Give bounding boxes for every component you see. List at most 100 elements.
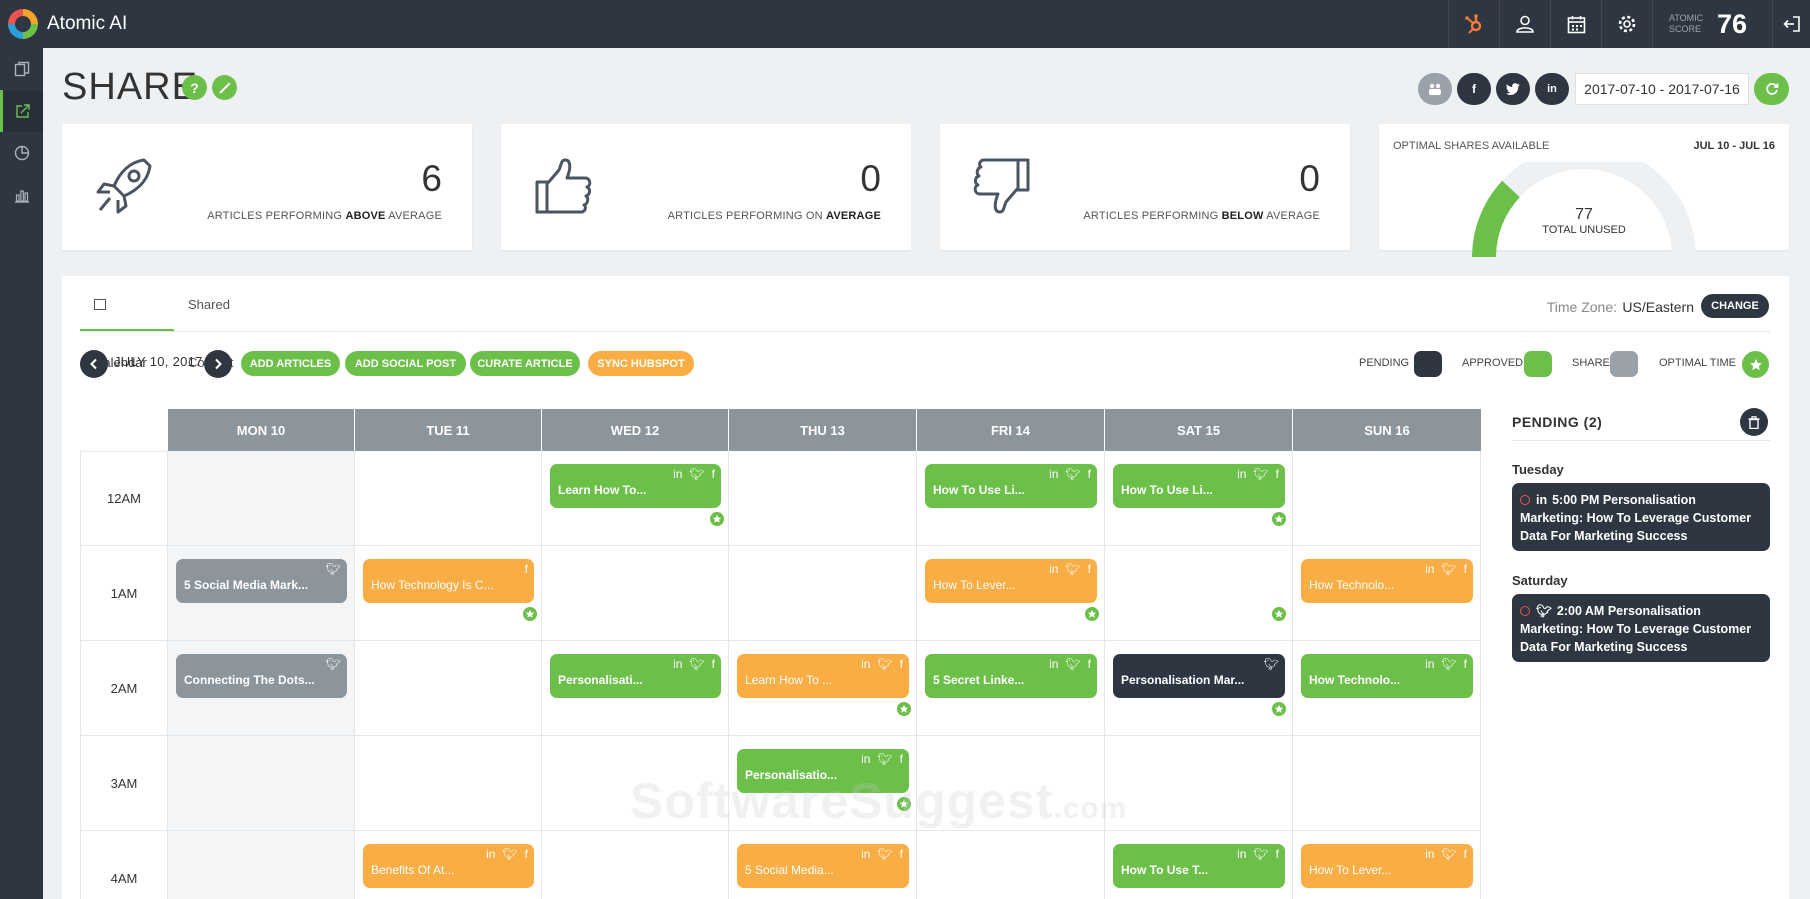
facebook-icon: f — [1087, 467, 1091, 481]
day-header: SUN 16 — [1293, 409, 1481, 451]
magic-wand-button[interactable] — [212, 75, 237, 100]
calendar-event[interactable]: in 🐦︎ f How To Use Li... — [1113, 464, 1285, 508]
pending-item[interactable]: in 5:00 PM Personalisation Marketing: How… — [1512, 483, 1770, 551]
group-icon — [1429, 83, 1441, 95]
refresh-button[interactable] — [1754, 73, 1789, 105]
calendar-event[interactable]: in 🐦︎ f How Technolo... — [1301, 559, 1473, 603]
clear-pending-button[interactable] — [1740, 408, 1768, 436]
calendar-event[interactable]: 🐦︎ Personalisation Mar... — [1113, 654, 1285, 698]
event-network-icons: 🐦︎ — [1264, 657, 1279, 671]
logout-icon[interactable] — [1772, 0, 1810, 48]
calendar-cell[interactable] — [355, 736, 542, 831]
calendar-event[interactable]: in 🐦︎ f How Technolo... — [1301, 654, 1473, 698]
calendar-cell[interactable] — [542, 546, 729, 641]
calendar-event[interactable]: 🐦︎ 5 Social Media Mark... — [176, 559, 347, 603]
twitter-filter-button[interactable] — [1496, 73, 1530, 105]
calendar-event[interactable]: f How Technology Is C... — [363, 559, 534, 603]
twitter-icon: 🐦︎ — [325, 562, 341, 576]
hour-cell — [80, 831, 168, 899]
pending-item[interactable]: 🐦︎ 2:00 AM Personalisation Marketing: How… — [1512, 594, 1770, 662]
calendar-cell[interactable] — [355, 641, 542, 736]
event-network-icons: in 🐦︎ f — [861, 752, 903, 766]
date-range-picker[interactable]: 2017-07-10 - 2017-07-16 — [1575, 73, 1749, 105]
all-networks-button[interactable] — [1418, 73, 1452, 105]
pie-chart-icon — [14, 145, 29, 161]
linkedin-filter-button[interactable]: in — [1535, 73, 1569, 105]
user-icon[interactable] — [1499, 0, 1550, 48]
sync-hubspot-button[interactable]: SYNC HUBSPOT — [588, 351, 694, 376]
linkedin-icon: in — [1425, 657, 1435, 671]
event-network-icons: in 🐦︎ f — [1425, 847, 1467, 861]
calendar-cell[interactable] — [168, 831, 355, 899]
calendar-event[interactable]: in 🐦︎ f How To Use T... — [1113, 844, 1285, 888]
calendar-cell[interactable] — [1105, 546, 1293, 641]
optimal-title: OPTIMAL SHARES AVAILABLE — [1393, 140, 1550, 152]
sidebar-item-analytics[interactable] — [0, 132, 43, 174]
optimal-star-icon — [521, 605, 539, 623]
calendar-icon[interactable] — [1550, 0, 1601, 48]
linkedin-icon: in — [1049, 657, 1059, 671]
event-network-icons: 🐦︎ — [326, 562, 341, 576]
calendar-event[interactable]: in 🐦︎ f Learn How To ... — [737, 654, 909, 698]
atomic-logo-icon[interactable] — [8, 9, 38, 39]
calendar-event[interactable]: 🐦︎ Connecting The Dots... — [176, 654, 347, 698]
calendar-cell[interactable] — [1105, 736, 1293, 831]
event-network-icons: in 🐦︎ f — [861, 657, 903, 671]
optimal-sub: TOTAL UNUSED — [1542, 224, 1626, 236]
legend-share-swatch — [1610, 351, 1638, 377]
event-network-icons: 🐦︎ — [326, 657, 341, 671]
sidebar — [0, 48, 43, 899]
above-count: 6 — [421, 158, 442, 199]
twitter-icon: 🐦︎ — [1263, 657, 1279, 671]
event-network-icons: in 🐦︎ f — [861, 847, 903, 861]
event-network-icons: in 🐦︎ f — [1237, 467, 1279, 481]
hubspot-icon[interactable] — [1448, 0, 1499, 48]
sidebar-item-reports[interactable] — [0, 174, 43, 216]
calendar-cell[interactable] — [729, 451, 917, 546]
calendar-event[interactable]: in 🐦︎ f How To Lever... — [1301, 844, 1473, 888]
status-circle-icon — [1520, 495, 1530, 505]
next-week-button[interactable] — [204, 350, 232, 378]
curate-article-button[interactable]: CURATE ARTICLE — [470, 351, 580, 376]
event-network-icons: in 🐦︎ f — [1049, 657, 1091, 671]
calendar-cell[interactable] — [917, 831, 1105, 899]
day-header: THU 13 — [729, 409, 917, 451]
gear-icon[interactable] — [1601, 0, 1652, 48]
calendar-event[interactable]: in 🐦︎ f How To Use Li... — [925, 464, 1097, 508]
tab-calendar[interactable]: Calendar — [80, 276, 174, 370]
change-timezone-button[interactable]: CHANGE — [1701, 294, 1769, 318]
calendar-icon — [94, 299, 106, 310]
sidebar-item-share[interactable] — [0, 90, 43, 132]
calendar-cell[interactable] — [168, 451, 355, 546]
score-value: 76 — [1717, 9, 1748, 39]
legend-optimal-star-icon — [1742, 351, 1769, 378]
facebook-filter-button[interactable]: f — [1457, 73, 1491, 105]
calendar-cell[interactable] — [1293, 451, 1481, 546]
event-network-icons: f — [525, 562, 528, 576]
linkedin-icon: in — [673, 467, 683, 481]
calendar-cell[interactable] — [1293, 736, 1481, 831]
calendar-event[interactable]: in 🐦︎ f 5 Secret Linke... — [925, 654, 1097, 698]
optimal-star-icon — [708, 510, 726, 528]
add-social-post-button[interactable]: ADD SOCIAL POST — [345, 351, 466, 376]
prev-week-button[interactable] — [80, 350, 108, 378]
calendar-cell[interactable] — [355, 451, 542, 546]
calendar-event[interactable]: in 🐦︎ f Benefits Of At... — [363, 844, 534, 888]
calendar-cell[interactable] — [168, 736, 355, 831]
calendar-event[interactable]: in 🐦︎ f How To Lever... — [925, 559, 1097, 603]
calendar-event[interactable]: in 🐦︎ f Personalisati... — [550, 654, 721, 698]
add-articles-button[interactable]: ADD ARTICLES — [241, 351, 340, 376]
calendar-cell[interactable] — [729, 546, 917, 641]
sidebar-item-content[interactable] — [0, 48, 43, 90]
calendar-cell[interactable] — [542, 831, 729, 899]
twitter-icon: 🐦︎ — [1065, 657, 1081, 671]
calendar-event[interactable]: in 🐦︎ f 5 Social Media... — [737, 844, 909, 888]
linkedin-icon: in — [1536, 493, 1548, 507]
tab-shared-content[interactable]: Shared Content — [174, 276, 248, 370]
day-header: FRI 14 — [917, 409, 1105, 451]
linkedin-icon: in — [486, 847, 496, 861]
twitter-icon: 🐦︎ — [325, 657, 341, 671]
help-button[interactable]: ? — [182, 75, 207, 100]
hour-label: 2AM — [110, 681, 138, 696]
calendar-event[interactable]: in 🐦︎ f Learn How To... — [550, 464, 721, 508]
